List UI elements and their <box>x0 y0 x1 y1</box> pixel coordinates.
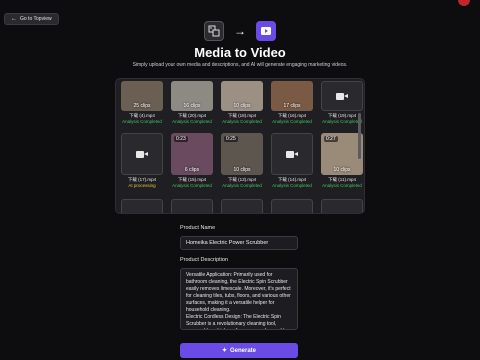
video-thumbnail: 0:27 10 clips <box>321 133 363 175</box>
gallery-row <box>121 199 363 213</box>
clip-count: 17 clips <box>283 103 301 109</box>
close-icon[interactable] <box>458 0 470 6</box>
clip-count: 10 clips <box>233 103 251 109</box>
video-placeholder <box>321 199 363 213</box>
video-placeholder <box>171 199 213 213</box>
video-placeholder <box>221 199 263 213</box>
video-thumbnail: 25 clips <box>121 81 163 111</box>
video-duration: 0:27 <box>324 136 338 142</box>
video-duration: 0:25 <box>224 136 238 142</box>
arrow-right-icon: → <box>234 24 246 38</box>
clip-count: 6 clips <box>184 167 200 173</box>
sparkle-icon: ✦ <box>221 348 227 354</box>
analysis-status: Analysis Completed <box>322 183 362 188</box>
media-tile[interactable]: 0:25 10 clips 下载 (13).mp4 Analysis Compl… <box>221 133 263 188</box>
generate-label: Generate <box>230 347 257 354</box>
product-name-label: Product Name <box>180 225 216 231</box>
media-tile[interactable] <box>171 199 213 213</box>
go-to-topview-label: Go to Topview <box>20 16 52 22</box>
media-tile[interactable]: 0:23 6 clips 下载 (15).mp4 Analysis Comple… <box>171 133 213 188</box>
analysis-status: Analysis Completed <box>172 183 212 188</box>
media-tile[interactable] <box>271 199 313 213</box>
clip-count: 10 clips <box>233 167 251 173</box>
video-camera-icon <box>336 92 348 101</box>
video-duration: 0:23 <box>174 136 188 142</box>
analysis-status: AI processing <box>128 183 156 188</box>
media-tile[interactable]: 17 clips 下载 (16).mp4 Analysis Completed <box>271 81 313 124</box>
media-gallery[interactable]: 25 clips 下载 (4).mp4 Analysis Completed 1… <box>115 78 365 214</box>
media-tile[interactable]: 25 clips 下载 (4).mp4 Analysis Completed <box>121 81 163 124</box>
media-tile[interactable]: 下载 (17).mp4 AI processing <box>121 133 163 188</box>
page-title: Media to Video <box>194 45 286 60</box>
media-tile[interactable] <box>121 199 163 213</box>
media-tile[interactable]: 下载 (14).mp4 Analysis Completed <box>271 133 313 188</box>
media-tile[interactable] <box>321 199 363 213</box>
video-thumbnail: 16 clips <box>171 81 213 111</box>
video-placeholder <box>121 133 163 175</box>
video-placeholder <box>321 81 363 111</box>
go-to-topview-button[interactable]: ← Go to Topview <box>4 13 59 25</box>
video-thumbnail: 10 clips <box>221 81 263 111</box>
video-camera-icon <box>136 150 148 159</box>
video-placeholder <box>271 133 313 175</box>
media-to-video-illustration: → <box>204 20 276 42</box>
gallery-row: 25 clips 下载 (4).mp4 Analysis Completed 1… <box>121 81 363 124</box>
clip-count: 25 clips <box>133 103 151 109</box>
media-tile[interactable]: 16 clips 下载 (20).mp4 Analysis Completed <box>171 81 213 124</box>
clip-count: 16 clips <box>183 103 201 109</box>
window-topbar <box>0 0 480 8</box>
product-description-textarea[interactable]: Versatile Application: Primarily used fo… <box>180 268 298 330</box>
analysis-status: Analysis Completed <box>322 119 362 124</box>
analysis-status: Analysis Completed <box>222 119 262 124</box>
analysis-status: Analysis Completed <box>122 119 162 124</box>
analysis-status: Analysis Completed <box>172 119 212 124</box>
video-placeholder <box>271 199 313 213</box>
video-placeholder <box>121 199 163 213</box>
media-tile[interactable]: 10 clips 下载 (18).mp4 Analysis Completed <box>221 81 263 124</box>
product-name-input[interactable]: Homeika Electric Power Scrubber <box>180 236 298 250</box>
arrow-left-icon: ← <box>11 16 17 22</box>
page-subtitle: Simply upload your own media and descrip… <box>132 62 348 68</box>
gallery-scrollbar[interactable] <box>358 113 361 159</box>
video-icon <box>256 21 276 41</box>
clip-count: 10 clips <box>333 167 351 173</box>
media-tile[interactable]: 0:27 10 clips 下载 (11).mp4 Analysis Compl… <box>321 133 363 188</box>
analysis-status: Analysis Completed <box>272 183 312 188</box>
video-camera-icon <box>286 150 298 159</box>
video-thumbnail: 0:25 10 clips <box>221 133 263 175</box>
media-tile[interactable]: 下载 (19).mp4 Analysis Completed <box>321 81 363 124</box>
analysis-status: Analysis Completed <box>272 119 312 124</box>
video-thumbnail: 0:23 6 clips <box>171 133 213 175</box>
video-thumbnail: 17 clips <box>271 81 313 111</box>
analysis-status: Analysis Completed <box>222 183 262 188</box>
media-tile[interactable] <box>221 199 263 213</box>
generate-button[interactable]: ✦ Generate <box>180 343 298 358</box>
product-description-label: Product Description <box>180 257 228 263</box>
gallery-row: 下载 (17).mp4 AI processing 0:23 6 clips 下… <box>121 133 363 188</box>
media-files-icon <box>204 21 224 41</box>
